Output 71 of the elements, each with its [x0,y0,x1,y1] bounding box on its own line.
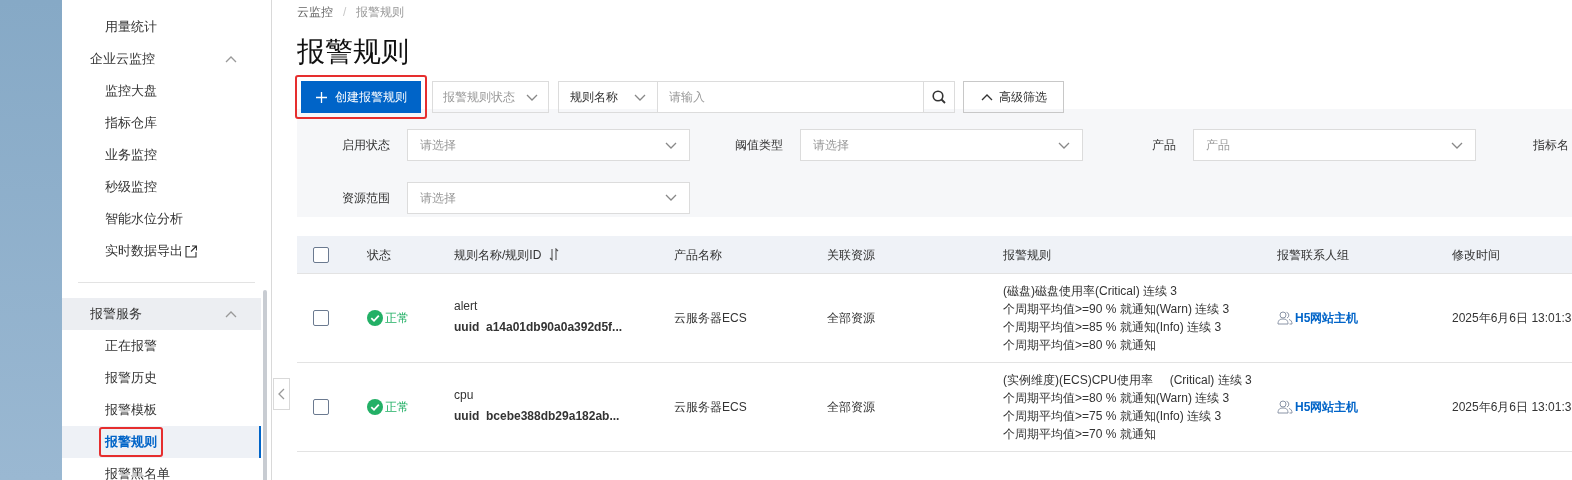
rule-id: uuid a14a01db90a0a392d5f... [454,318,624,336]
sidebar-group-header[interactable]: 报警服务 [62,298,261,330]
product-name: 云服务器ECS [674,310,748,327]
product-name: 云服务器ECS [674,399,748,416]
column-header: 修改时间 [1452,246,1500,264]
sidebar-item[interactable]: 指标仓库 [105,113,157,133]
sidebar-item[interactable]: 报警模板 [105,400,157,420]
sidebar-item[interactable]: 用量统计 [105,17,157,37]
column-header: 关联资源 [827,246,875,264]
contact-group-link[interactable]: H5网站主机 [1277,309,1452,327]
status-label: 正常 [385,399,409,416]
status-label: 正常 [385,310,409,327]
check-circle-icon [367,399,383,415]
chevron-down-icon [526,92,538,102]
chevron-down-icon [1451,140,1463,150]
check-circle-icon [367,310,383,326]
chevron-down-icon [634,92,646,102]
chevron-down-icon [665,193,677,203]
column-header: 规则名称/规则ID [454,246,542,264]
filter-label: 资源范围 [341,189,391,207]
contacts-icon [1277,400,1293,414]
column-header: 报警联系人组 [1277,246,1349,264]
chevron-down-icon [1058,140,1070,150]
chevron-icon [225,309,237,319]
filter-label: 启用状态 [341,137,391,155]
chevron-icon [225,54,237,64]
chevron-down-icon [665,140,677,150]
contacts-icon [1277,311,1293,325]
scrollbar-thumb[interactable] [263,290,267,480]
breadcrumb-item[interactable]: 云监控 [297,2,333,21]
search-input[interactable]: 请输入 [658,81,923,113]
alert-rule-text: (实例维度)(ECS)CPU使用率 (Critical) 连续 3 个周期平均值>=80 % 就通知(Warn) 连续 3 个周期平均值>=75 % 就通知(Info) 连续 3 个周期平均值>=70 % 就通知 [1003,372,1253,443]
sidebar-item[interactable]: 报警历史 [105,368,157,388]
search-icon [932,90,946,104]
contact-group-link[interactable]: H5网站主机 [1277,398,1452,416]
sort-icon[interactable] [549,248,560,261]
associated-resources: 全部资源 [827,310,876,327]
select-all-checkbox[interactable] [313,246,329,263]
rule-id: uuid bcebe388db29a182ab... [454,407,621,425]
associated-resources: 全部资源 [827,399,876,416]
sidebar-item[interactable]: 监控大盘 [105,81,157,101]
sidebar-item[interactable]: 秒级监控 [105,177,157,197]
chevron-icon [980,92,993,102]
rule-name: cpu [454,386,475,404]
plus-icon [315,91,327,103]
chevron-left-icon [277,388,286,400]
row-checkbox[interactable] [313,399,329,415]
filter-label: 产品 [1151,137,1177,155]
sidebar-item[interactable]: 实时数据导出 [105,241,197,261]
external-link-icon [185,244,197,258]
alert-rule-text: (磁盘)磁盘使用率(Critical) 连续 3 个周期平均值>=90 % 就通知(Warn) 连续 3 个周期平均值>=85 % 就通知(Info) 连续 3 个周期平均值>=80 % 就通知 [1003,283,1231,354]
row-checkbox[interactable] [313,310,329,326]
filter-label: 指标名 [1532,137,1570,155]
page-title: 报警规则 [297,35,410,69]
modified-time: 2025年6月6日 13:01:3 [1452,310,1572,327]
search-field-select[interactable]: 规则名称 [558,81,658,113]
breadcrumb-separator: / [343,3,347,21]
create-rule-button[interactable]: 创建报警规则 [301,81,421,113]
sidebar-item[interactable]: 业务监控 [105,145,157,165]
rule-name: alert [454,297,479,315]
search-button[interactable] [923,81,955,113]
sidebar-item[interactable]: 正在报警 [105,336,157,356]
advanced-filter-button[interactable]: 高级筛选 [963,81,1064,113]
column-header: 产品名称 [674,246,722,264]
sidebar-item[interactable]: 智能水位分析 [105,209,183,229]
column-header: 状态 [367,246,391,264]
filter-label: 阈值类型 [734,137,784,155]
sidebar-item[interactable]: 报警规则 [105,432,157,452]
column-header: 报警规则 [1003,246,1051,264]
sidebar-item[interactable]: 报警黑名单 [105,464,170,480]
modified-time: 2025年6月6日 13:01:3 [1452,399,1572,416]
